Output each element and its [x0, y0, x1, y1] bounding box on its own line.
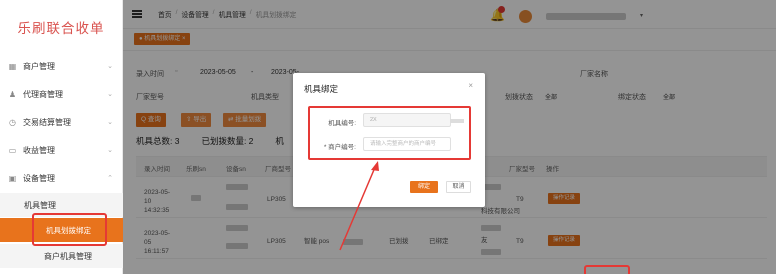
app-logo: 乐刷联合收单 — [17, 21, 105, 37]
sidebar-item-label: 机具管理 — [24, 200, 56, 210]
wallet-icon: ▭ — [8, 145, 17, 155]
cancel-button[interactable]: 取消 — [446, 181, 471, 193]
grid-icon: ▦ — [8, 61, 17, 71]
chevron-up-icon: ⌃ — [107, 175, 113, 182]
chevron-down-icon: ⌄ — [107, 91, 113, 98]
sidebar-item-label: 商户机具管理 — [44, 251, 92, 261]
bind-machine-dialog: 机具绑定 × 机具编号: 2X * 商户编号: 请输入完整商户的商户编号 绑定 … — [293, 73, 485, 207]
chevron-down-icon: ⌄ — [107, 63, 113, 70]
clock-icon: ◷ — [9, 117, 16, 127]
user-icon: ♟ — [8, 89, 17, 99]
merchant-number-label: * 商户编号: — [323, 144, 356, 151]
bind-button[interactable]: 绑定 — [410, 181, 438, 193]
sidebar-item-label: 收益管理 — [23, 145, 55, 155]
sidebar-item-label: 交易结算管理 — [23, 117, 71, 127]
sidebar-item-revenue[interactable]: ▭ 收益管理 ⌄ — [0, 138, 123, 162]
close-icon[interactable]: × — [468, 81, 473, 90]
annotation-box-row-action — [584, 265, 630, 274]
annotation-box-sidebar — [32, 213, 107, 246]
machine-number-label: 机具编号: — [328, 120, 356, 127]
sidebar-item-device[interactable]: ▣ 设备管理 ⌃ — [0, 166, 123, 190]
redacted-value — [450, 119, 464, 123]
sidebar-item-label: 设备管理 — [23, 173, 55, 183]
device-icon: ▣ — [8, 173, 17, 183]
chevron-down-icon: ⌄ — [107, 147, 113, 154]
sidebar-item-settlement[interactable]: ◷ 交易结算管理 ⌄ — [0, 110, 123, 134]
chevron-down-icon: ⌄ — [107, 119, 113, 126]
machine-number-field: 2X — [363, 113, 464, 127]
machine-number-value: 2X — [370, 117, 377, 123]
dialog-title: 机具绑定 — [304, 84, 339, 94]
merchant-number-input[interactable]: 请输入完整商户的商户编号 — [363, 137, 451, 151]
sidebar-subitem-merchant-machine[interactable]: 商户机具管理 — [0, 244, 123, 268]
sidebar-item-label: 代理商管理 — [23, 89, 63, 99]
sidebar-item-agent[interactable]: ♟ 代理商管理 ⌄ — [0, 82, 123, 106]
sidebar-item-merchant[interactable]: ▦ 商户管理 ⌄ — [0, 54, 123, 78]
sidebar-item-label: 商户管理 — [23, 61, 55, 71]
